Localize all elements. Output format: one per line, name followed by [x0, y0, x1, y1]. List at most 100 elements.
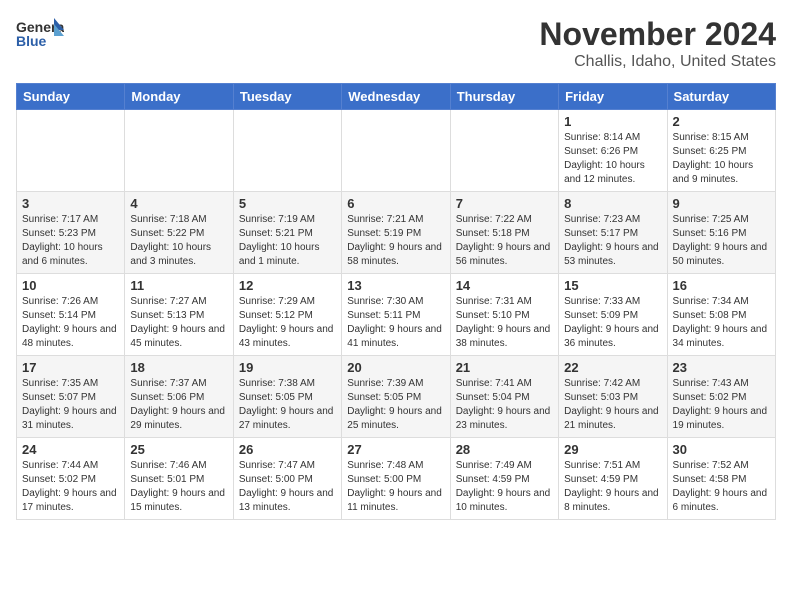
calendar-cell-5-7: 30 Sunrise: 7:52 AM Sunset: 4:58 PM Dayli… [667, 438, 775, 520]
day-number: 3 [22, 196, 119, 211]
day-number: 6 [347, 196, 444, 211]
day-info: Sunrise: 7:46 AM Sunset: 5:01 PM Dayligh… [130, 459, 227, 515]
calendar-cell-2-1: 3 Sunrise: 7:17 AM Sunset: 5:23 PM Daylig… [17, 192, 125, 274]
logo: General Blue [16, 16, 60, 46]
day-info: Sunrise: 7:35 AM Sunset: 5:07 PM Dayligh… [22, 377, 119, 433]
day-number: 14 [456, 278, 553, 293]
calendar-cell-5-1: 24 Sunrise: 7:44 AM Sunset: 5:02 PM Dayli… [17, 438, 125, 520]
day-info: Sunrise: 7:51 AM Sunset: 4:59 PM Dayligh… [564, 459, 661, 515]
title-block: November 2024 Challis, Idaho, United Sta… [539, 16, 776, 71]
day-number: 15 [564, 278, 661, 293]
day-number: 9 [673, 196, 770, 211]
calendar-cell-5-3: 26 Sunrise: 7:47 AM Sunset: 5:00 PM Dayli… [233, 438, 341, 520]
day-number: 20 [347, 360, 444, 375]
day-number: 26 [239, 442, 336, 457]
calendar-cell-4-2: 18 Sunrise: 7:37 AM Sunset: 5:06 PM Dayli… [125, 356, 233, 438]
day-number: 24 [22, 442, 119, 457]
calendar-cell-4-7: 23 Sunrise: 7:43 AM Sunset: 5:02 PM Dayli… [667, 356, 775, 438]
day-info: Sunrise: 7:27 AM Sunset: 5:13 PM Dayligh… [130, 295, 227, 351]
calendar-cell-1-2 [125, 110, 233, 192]
calendar-cell-3-2: 11 Sunrise: 7:27 AM Sunset: 5:13 PM Dayli… [125, 274, 233, 356]
calendar-cell-2-2: 4 Sunrise: 7:18 AM Sunset: 5:22 PM Daylig… [125, 192, 233, 274]
day-info: Sunrise: 7:52 AM Sunset: 4:58 PM Dayligh… [673, 459, 770, 515]
calendar-cell-4-5: 21Sunrise: 7:41 AM Sunset: 5:04 PM Dayli… [450, 356, 558, 438]
day-info: Sunrise: 7:34 AM Sunset: 5:08 PM Dayligh… [673, 295, 770, 351]
calendar-cell-1-1 [17, 110, 125, 192]
day-number: 30 [673, 442, 770, 457]
weekday-header-saturday: Saturday [667, 84, 775, 110]
weekday-header-friday: Friday [559, 84, 667, 110]
logo-icon: General Blue [16, 16, 56, 46]
calendar-cell-5-2: 25Sunrise: 7:46 AM Sunset: 5:01 PM Dayli… [125, 438, 233, 520]
day-number: 23 [673, 360, 770, 375]
calendar-cell-2-6: 8 Sunrise: 7:23 AM Sunset: 5:17 PM Daylig… [559, 192, 667, 274]
calendar-cell-3-3: 12 Sunrise: 7:29 AM Sunset: 5:12 PM Dayli… [233, 274, 341, 356]
calendar-cell-5-4: 27 Sunrise: 7:48 AM Sunset: 5:00 PM Dayli… [342, 438, 450, 520]
calendar-cell-4-1: 17Sunrise: 7:35 AM Sunset: 5:07 PM Dayli… [17, 356, 125, 438]
day-number: 29 [564, 442, 661, 457]
day-number: 11 [130, 278, 227, 293]
calendar-cell-2-3: 5Sunrise: 7:19 AM Sunset: 5:21 PM Daylig… [233, 192, 341, 274]
weekday-header-sunday: Sunday [17, 84, 125, 110]
page-subtitle: Challis, Idaho, United States [539, 53, 776, 71]
day-info: Sunrise: 7:33 AM Sunset: 5:09 PM Dayligh… [564, 295, 661, 351]
calendar-cell-2-7: 9 Sunrise: 7:25 AM Sunset: 5:16 PM Daylig… [667, 192, 775, 274]
page: General Blue November 2024 Challis, Idah… [0, 0, 792, 536]
day-info: Sunrise: 7:19 AM Sunset: 5:21 PM Dayligh… [239, 213, 336, 269]
calendar-cell-1-5 [450, 110, 558, 192]
page-title: November 2024 [539, 16, 776, 53]
calendar-cell-3-5: 14 Sunrise: 7:31 AM Sunset: 5:10 PM Dayli… [450, 274, 558, 356]
day-number: 10 [22, 278, 119, 293]
day-info: Sunrise: 7:47 AM Sunset: 5:00 PM Dayligh… [239, 459, 336, 515]
day-info: Sunrise: 7:25 AM Sunset: 5:16 PM Dayligh… [673, 213, 770, 269]
day-number: 2 [673, 114, 770, 129]
weekday-header-monday: Monday [125, 84, 233, 110]
day-info: Sunrise: 7:31 AM Sunset: 5:10 PM Dayligh… [456, 295, 553, 351]
calendar-cell-3-6: 15 Sunrise: 7:33 AM Sunset: 5:09 PM Dayli… [559, 274, 667, 356]
weekday-header-wednesday: Wednesday [342, 84, 450, 110]
day-info: Sunrise: 7:44 AM Sunset: 5:02 PM Dayligh… [22, 459, 119, 515]
day-number: 27 [347, 442, 444, 457]
calendar-cell-5-5: 28 Sunrise: 7:49 AM Sunset: 4:59 PM Dayli… [450, 438, 558, 520]
day-number: 1 [564, 114, 661, 129]
day-info: Sunrise: 7:26 AM Sunset: 5:14 PM Dayligh… [22, 295, 119, 351]
day-info: Sunrise: 8:15 AM Sunset: 6:25 PM Dayligh… [673, 131, 770, 187]
calendar-cell-4-4: 20 Sunrise: 7:39 AM Sunset: 5:05 PM Dayli… [342, 356, 450, 438]
day-info: Sunrise: 8:14 AM Sunset: 6:26 PM Dayligh… [564, 131, 661, 187]
day-number: 7 [456, 196, 553, 211]
day-info: Sunrise: 7:39 AM Sunset: 5:05 PM Dayligh… [347, 377, 444, 433]
week-row-3: 10 Sunrise: 7:26 AM Sunset: 5:14 PM Dayli… [17, 274, 776, 356]
day-info: Sunrise: 7:37 AM Sunset: 5:06 PM Dayligh… [130, 377, 227, 433]
day-number: 18 [130, 360, 227, 375]
day-number: 16 [673, 278, 770, 293]
day-info: Sunrise: 7:48 AM Sunset: 5:00 PM Dayligh… [347, 459, 444, 515]
calendar-cell-1-6: 1 Sunrise: 8:14 AM Sunset: 6:26 PM Daylig… [559, 110, 667, 192]
day-info: Sunrise: 7:49 AM Sunset: 4:59 PM Dayligh… [456, 459, 553, 515]
week-row-2: 3 Sunrise: 7:17 AM Sunset: 5:23 PM Daylig… [17, 192, 776, 274]
calendar-cell-4-3: 19Sunrise: 7:38 AM Sunset: 5:05 PM Dayli… [233, 356, 341, 438]
calendar-cell-3-4: 13Sunrise: 7:30 AM Sunset: 5:11 PM Dayli… [342, 274, 450, 356]
calendar-cell-1-3 [233, 110, 341, 192]
week-row-4: 17Sunrise: 7:35 AM Sunset: 5:07 PM Dayli… [17, 356, 776, 438]
day-number: 8 [564, 196, 661, 211]
calendar-cell-1-4 [342, 110, 450, 192]
calendar-cell-2-4: 6 Sunrise: 7:21 AM Sunset: 5:19 PM Daylig… [342, 192, 450, 274]
day-info: Sunrise: 7:22 AM Sunset: 5:18 PM Dayligh… [456, 213, 553, 269]
day-number: 4 [130, 196, 227, 211]
calendar-cell-5-6: 29 Sunrise: 7:51 AM Sunset: 4:59 PM Dayli… [559, 438, 667, 520]
weekday-header-thursday: Thursday [450, 84, 558, 110]
day-info: Sunrise: 7:41 AM Sunset: 5:04 PM Dayligh… [456, 377, 553, 433]
weekday-header-row: SundayMondayTuesdayWednesdayThursdayFrid… [17, 84, 776, 110]
day-number: 28 [456, 442, 553, 457]
week-row-1: 1 Sunrise: 8:14 AM Sunset: 6:26 PM Daylig… [17, 110, 776, 192]
weekday-header-tuesday: Tuesday [233, 84, 341, 110]
day-info: Sunrise: 7:42 AM Sunset: 5:03 PM Dayligh… [564, 377, 661, 433]
day-info: Sunrise: 7:18 AM Sunset: 5:22 PM Dayligh… [130, 213, 227, 269]
day-info: Sunrise: 7:29 AM Sunset: 5:12 PM Dayligh… [239, 295, 336, 351]
header: General Blue November 2024 Challis, Idah… [16, 16, 776, 71]
day-info: Sunrise: 7:21 AM Sunset: 5:19 PM Dayligh… [347, 213, 444, 269]
day-info: Sunrise: 7:23 AM Sunset: 5:17 PM Dayligh… [564, 213, 661, 269]
day-number: 12 [239, 278, 336, 293]
day-info: Sunrise: 7:17 AM Sunset: 5:23 PM Dayligh… [22, 213, 119, 269]
day-info: Sunrise: 7:43 AM Sunset: 5:02 PM Dayligh… [673, 377, 770, 433]
